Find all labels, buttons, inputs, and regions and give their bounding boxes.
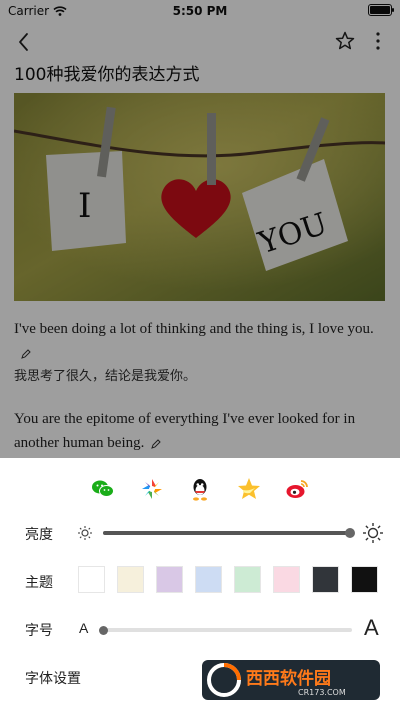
brightness-slider-knob[interactable] bbox=[345, 528, 355, 538]
qq-icon[interactable] bbox=[187, 476, 213, 502]
theme-swatch[interactable] bbox=[117, 566, 144, 593]
moments-icon[interactable] bbox=[139, 476, 165, 502]
theme-swatch[interactable] bbox=[156, 566, 183, 593]
watermark-logo: 西西软件园 CR173.COM bbox=[202, 660, 380, 700]
font-size-slider-knob[interactable] bbox=[98, 625, 108, 635]
share-row bbox=[0, 476, 400, 506]
brightness-label: 亮度 bbox=[25, 527, 53, 543]
theme-swatch[interactable] bbox=[351, 566, 378, 593]
sun-small-icon bbox=[78, 526, 92, 540]
sun-large-icon bbox=[363, 523, 383, 543]
weibo-icon[interactable] bbox=[284, 476, 310, 502]
dim-overlay[interactable] bbox=[0, 0, 400, 458]
svg-text:西西软件园: 西西软件园 bbox=[246, 668, 331, 689]
font-size-label: 字号 bbox=[25, 623, 53, 639]
theme-swatch[interactable] bbox=[312, 566, 339, 593]
qzone-icon[interactable] bbox=[236, 476, 262, 502]
wechat-icon[interactable] bbox=[90, 476, 116, 502]
brightness-slider-fill bbox=[103, 531, 350, 535]
font-size-small-glyph: A bbox=[79, 620, 89, 636]
font-settings-button[interactable]: 字体设置 bbox=[25, 668, 81, 688]
theme-swatch[interactable] bbox=[234, 566, 261, 593]
brightness-slider[interactable] bbox=[103, 528, 355, 538]
theme-label: 主题 bbox=[25, 575, 53, 591]
font-size-slider[interactable] bbox=[98, 625, 352, 635]
theme-swatch[interactable] bbox=[273, 566, 300, 593]
font-size-large-glyph: A bbox=[364, 615, 379, 640]
theme-swatch[interactable] bbox=[78, 566, 105, 593]
svg-text:CR173.COM: CR173.COM bbox=[298, 688, 346, 697]
theme-swatch[interactable] bbox=[195, 566, 222, 593]
